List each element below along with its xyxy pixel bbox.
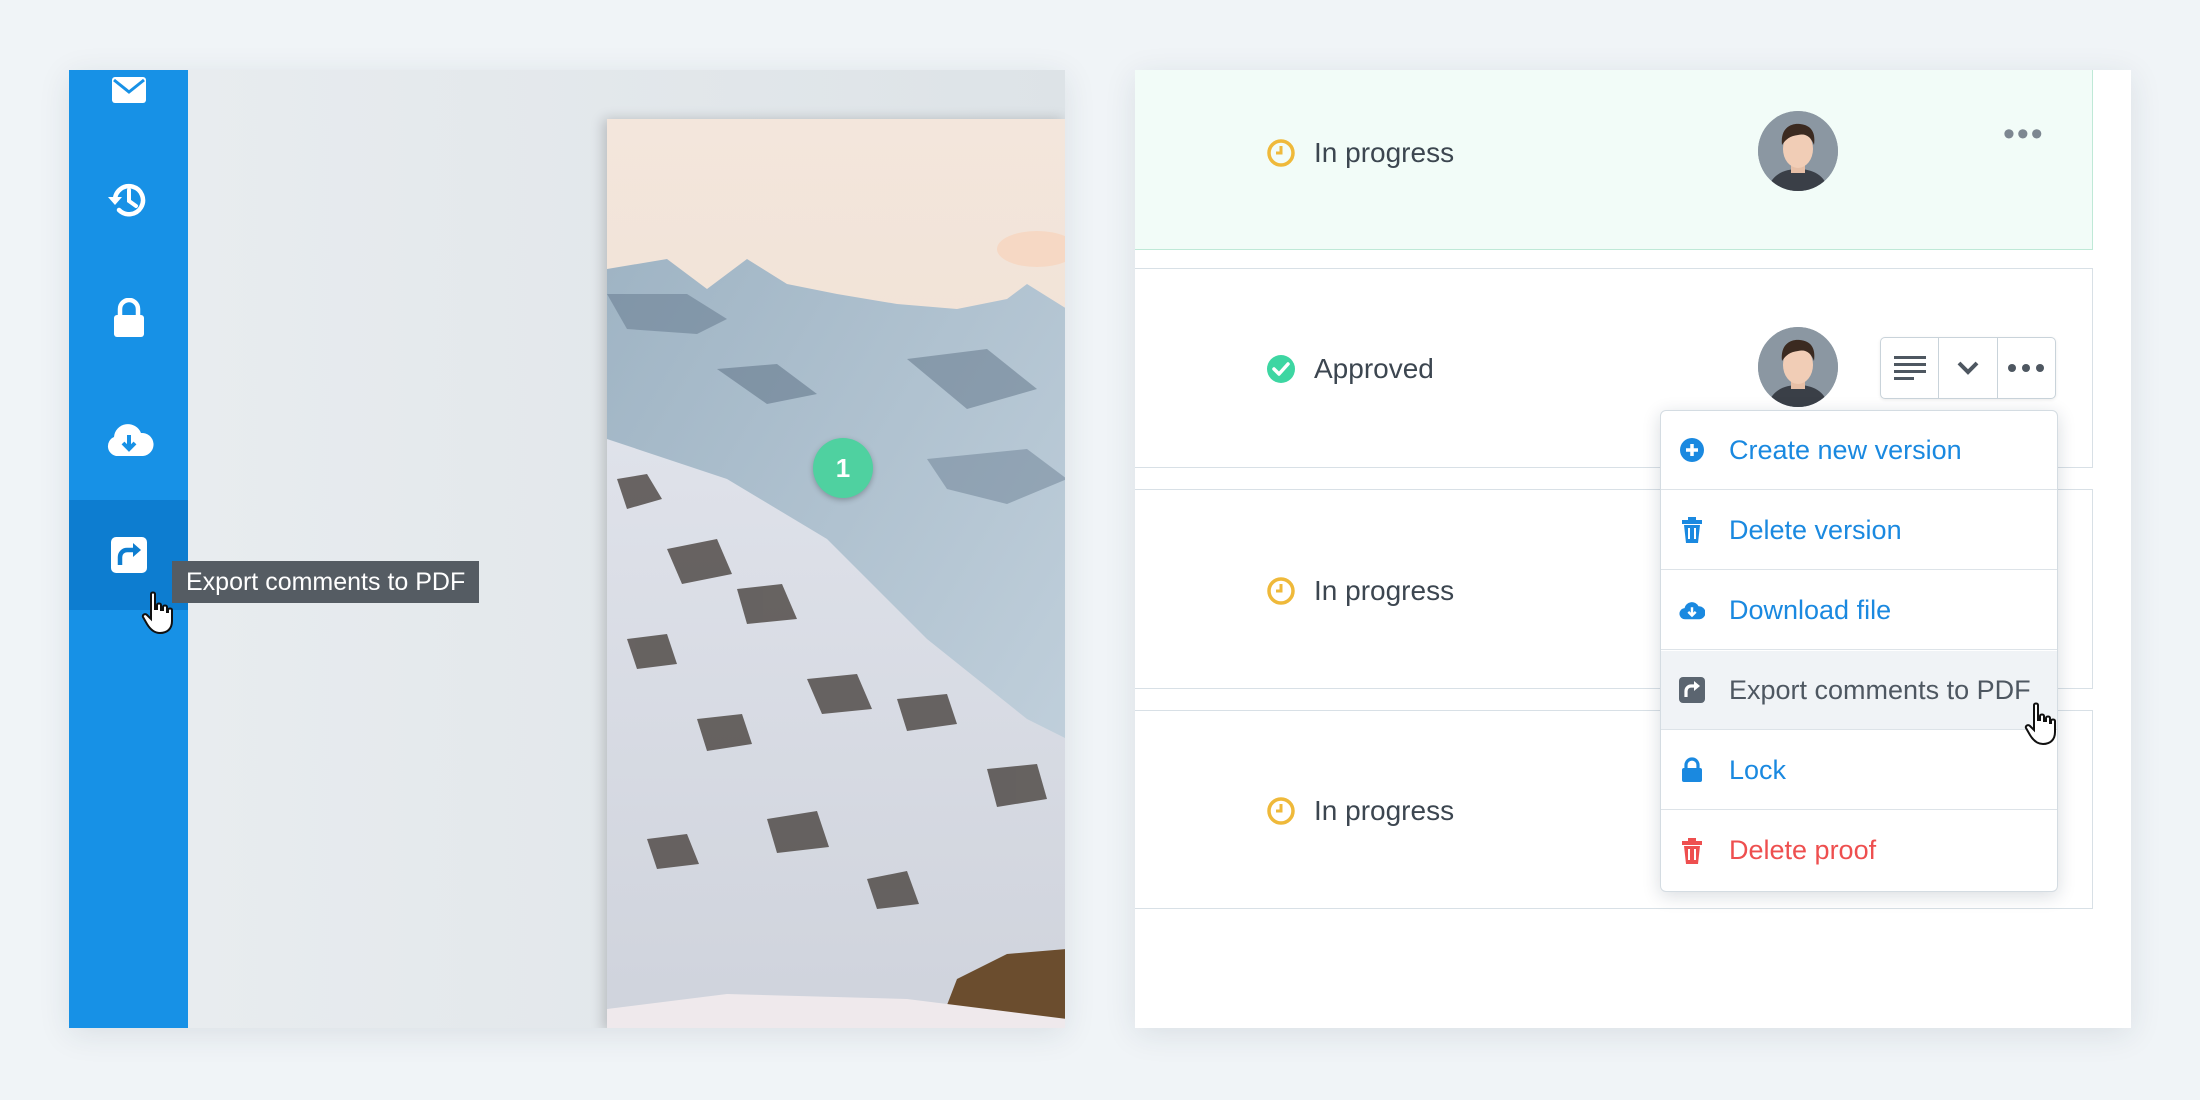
version-status: In progress [1266, 795, 1454, 827]
history-icon [107, 183, 145, 217]
more-options-button[interactable]: ••• [2003, 115, 2045, 154]
avatar[interactable] [1758, 327, 1838, 407]
clock-icon [1267, 139, 1295, 167]
version-row[interactable]: In progress ••• [1135, 70, 2093, 250]
clock-icon [1267, 577, 1295, 605]
menu-item-export-comments[interactable]: Export comments to PDF [1661, 651, 2057, 730]
approve-button[interactable] [1939, 338, 1998, 398]
avatar[interactable] [1758, 111, 1838, 191]
more-dots-icon [2008, 364, 2045, 372]
export-icon [1679, 677, 1705, 703]
menu-item-lock[interactable]: Lock [1661, 731, 2057, 810]
menu-item-label: Create new version [1729, 434, 1962, 465]
more-options-button[interactable] [1998, 338, 2055, 398]
list-icon [1893, 356, 1926, 380]
trash-icon [1682, 837, 1702, 864]
version-status-label: In progress [1314, 795, 1455, 826]
clock-icon [1267, 797, 1295, 825]
menu-item-label: Lock [1729, 754, 1787, 785]
version-status: In progress [1266, 137, 1454, 169]
version-status: Approved [1266, 353, 1434, 385]
sidebar-history-button[interactable] [69, 145, 188, 255]
sidebar-lock-button[interactable] [69, 263, 188, 373]
trash-icon [1682, 517, 1702, 543]
menu-item-label: Delete proof [1729, 835, 1877, 865]
mail-icon [111, 77, 146, 103]
comments-button[interactable] [1881, 338, 1940, 398]
version-actions [1880, 337, 2056, 399]
proof-image[interactable] [607, 119, 1065, 1028]
chevron-down-icon [1957, 361, 1979, 375]
cloud-download-icon [1679, 602, 1705, 620]
hand-cursor-icon [2024, 702, 2056, 746]
menu-item-delete-version[interactable]: Delete version [1661, 491, 2057, 570]
versions-panel: In progress ••• Approved In progress In … [1135, 70, 2131, 1028]
comment-marker[interactable]: 1 [813, 438, 873, 498]
proof-viewer-panel: 1 Export comments to PDF [69, 70, 1065, 1028]
menu-item-delete-proof[interactable]: Delete proof [1661, 811, 2057, 890]
sidebar-mail-button[interactable] [69, 70, 188, 146]
hand-cursor-icon [141, 591, 173, 635]
sidebar-download-button[interactable] [69, 385, 188, 495]
check-circle-icon [1267, 355, 1295, 383]
plus-circle-icon [1680, 438, 1704, 462]
viewer-sidebar [69, 70, 188, 1028]
cloud-download-icon [107, 424, 154, 456]
version-status-label: In progress [1314, 137, 1455, 168]
menu-item-label: Delete version [1729, 514, 1902, 545]
version-status: In progress [1266, 575, 1454, 607]
lock-icon [113, 298, 144, 337]
lock-icon [1682, 757, 1702, 782]
version-options-menu: Create new version Delete version Downlo… [1660, 410, 2058, 892]
menu-item-label: Export comments to PDF [1729, 674, 2031, 705]
version-status-label: Approved [1314, 353, 1434, 384]
export-tooltip: Export comments to PDF [172, 561, 480, 603]
menu-item-label: Download file [1729, 594, 1892, 625]
export-icon [110, 537, 147, 573]
version-status-label: In progress [1314, 575, 1455, 606]
menu-item-download-file[interactable]: Download file [1661, 571, 2057, 650]
menu-item-create-new-version[interactable]: Create new version [1661, 411, 2057, 490]
